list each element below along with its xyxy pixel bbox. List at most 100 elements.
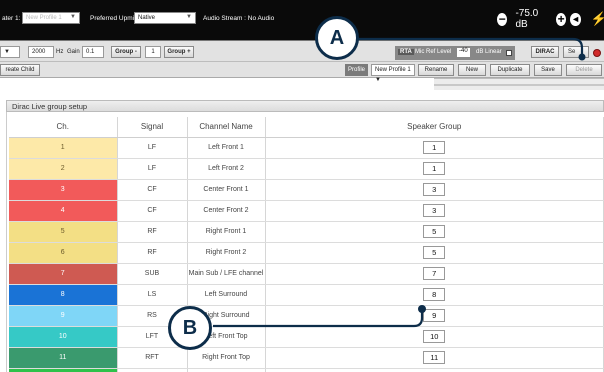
chevron-down-icon: ▼ (70, 14, 76, 20)
speaker-group-cell: 1 (265, 137, 604, 159)
channel-name-cell: Center Front 1 (187, 179, 266, 201)
speaker-group-input[interactable]: 8 (423, 288, 446, 301)
group-input[interactable]: 1 (145, 46, 161, 58)
channel-number-cell: 2 (9, 158, 118, 180)
channel-number-cell: 1 (9, 137, 118, 159)
signal-cell: RF (117, 221, 188, 243)
channel-name-cell: Main Sub / LFE channel (187, 263, 266, 285)
channel-name-cell: Left Surround (187, 284, 266, 306)
minus-circle-icon[interactable]: − (497, 12, 508, 26)
speaker-group-input[interactable]: 11 (423, 351, 446, 364)
panel-title: Dirac Live group setup (6, 100, 604, 112)
speaker-group-input[interactable]: 10 (423, 330, 446, 343)
speaker-group-input[interactable]: 1 (423, 162, 446, 175)
gear-icon[interactable] (593, 49, 601, 57)
speaker-group-cell: 10 (265, 326, 604, 348)
speaker-group-input[interactable]: 9 (423, 309, 446, 322)
table-row: 12 (9, 368, 604, 372)
speaker-group-cell: 3 (265, 179, 604, 201)
table-row: 3 CF Center Front 13 (9, 179, 604, 201)
speaker-group-input[interactable]: 3 (423, 183, 446, 196)
top-bar: ater 1: New Profile 1 ▼ Preferred Upmix … (0, 0, 604, 40)
table-row: 1 LF Left Front 11 (9, 137, 604, 159)
speaker-group-cell: 5 (265, 242, 604, 264)
volume-controls: − -75.0 dB + ◄ ⚡ (497, 8, 604, 30)
plus-circle-icon[interactable]: + (555, 12, 567, 26)
signal-cell: CF (117, 200, 188, 222)
rename-button[interactable]: Rename (418, 64, 454, 76)
table-row: 4 CF Center Front 2 3 (9, 200, 604, 222)
mic-ref-group: RTA Mic Ref Level -40 dB Linear (395, 46, 515, 60)
frequency-input[interactable]: 2000 (28, 46, 54, 58)
signal-cell (117, 368, 188, 372)
table-row: 5 RF Right Front 15 (9, 221, 604, 243)
toolbar-row-1: ▼ 2000 Hz Gain 0.1 Group - 1 Group + RTA… (0, 40, 604, 62)
db-label: dB (476, 49, 484, 55)
save-button[interactable]: Save (534, 64, 562, 76)
profile-select[interactable]: New Profile 1 ▼ (22, 12, 80, 24)
channel-number-cell: 8 (9, 284, 118, 306)
channel-name-cell: Right Front Top (187, 347, 266, 369)
group-minus-button[interactable]: Group - (111, 46, 141, 58)
header-ch: Ch. (9, 117, 118, 138)
speaker-group-cell: 9 (265, 305, 604, 327)
table-row: 10 LFT Left Front Top 10 (9, 326, 604, 348)
speaker-group-cell: 7 (265, 263, 604, 285)
create-child-button[interactable]: reate Child (0, 64, 40, 76)
mic-ref-label: Mic Ref Level (415, 49, 452, 55)
linear-checkbox[interactable] (506, 50, 512, 56)
channel-number-cell: 10 (9, 326, 118, 348)
speaker-group-cell: 3 (265, 200, 604, 222)
profile-dropdown[interactable]: New Profile 1 ▼ (371, 64, 415, 83)
signal-cell: CF (117, 179, 188, 201)
speaker-group-input[interactable]: 5 (423, 246, 446, 259)
channel-number-cell: 12 (9, 368, 118, 372)
group-plus-button[interactable]: Group + (164, 46, 194, 58)
rta-button[interactable]: RTA (398, 49, 414, 55)
divider (434, 84, 604, 86)
channel-number-cell: 4 (9, 200, 118, 222)
speaker-group-input[interactable]: 1 (423, 141, 446, 154)
callout-a: A (315, 16, 359, 60)
channel-number-cell: 6 (9, 242, 118, 264)
power-icon[interactable]: ⚡ (591, 11, 604, 27)
mic-ref-input[interactable]: -40 (457, 48, 470, 57)
table-row: 7 SUB Main Sub / LFE channel 7 (9, 263, 604, 285)
speaker-group-cell (265, 368, 604, 372)
profile-label: Profile (345, 64, 369, 76)
channel-name-cell: Right Front 1 (187, 221, 266, 243)
new-button[interactable]: New (458, 64, 486, 76)
channel-name-cell: Left Front 1 (187, 137, 266, 159)
signal-cell: SUB (117, 263, 188, 285)
speaker-icon[interactable]: ◄ (570, 12, 581, 26)
channel-name-cell (187, 368, 266, 372)
channel-select[interactable]: ▼ (0, 46, 20, 58)
header-signal: Signal (117, 117, 188, 138)
speaker-group-input[interactable]: 5 (423, 225, 446, 238)
speaker-group-input[interactable]: 7 (423, 267, 446, 280)
adapter-label: ater 1: (2, 15, 21, 22)
channel-name-cell: Center Front 2 (187, 200, 266, 222)
signal-cell: LS (117, 284, 188, 306)
duplicate-button[interactable]: Duplicate (490, 64, 530, 76)
speaker-group-input[interactable]: 3 (423, 204, 446, 217)
callout-b: B (168, 306, 212, 350)
speaker-group-cell: 8 (265, 284, 604, 306)
settings-button[interactable]: Se (563, 46, 589, 58)
toolbar-row-2: reate Child Profile New Profile 1 ▼ Rena… (0, 62, 604, 83)
table-header-row: Ch. Signal Channel Name Speaker Group (9, 117, 604, 138)
table-row: 6 RF Right Front 2 5 (9, 242, 604, 264)
gain-input[interactable]: 0.1 (82, 46, 104, 58)
channel-number-cell: 5 (9, 221, 118, 243)
channel-number-cell: 3 (9, 179, 118, 201)
gain-label: Gain (67, 49, 80, 55)
table-row: 8 LS Left Surround 8 (9, 284, 604, 306)
delete-button[interactable]: Delete (566, 64, 602, 76)
speaker-group-cell: 1 (265, 158, 604, 180)
dirac-button[interactable]: DIRAC (531, 46, 559, 58)
volume-readout: -75.0 dB (515, 8, 539, 30)
linear-label: Linear (485, 49, 502, 55)
table-row: 9 RS Right Surround 9 (9, 305, 604, 327)
speaker-group-cell: 5 (265, 221, 604, 243)
upmix-select[interactable]: Native ▼ (134, 12, 196, 24)
